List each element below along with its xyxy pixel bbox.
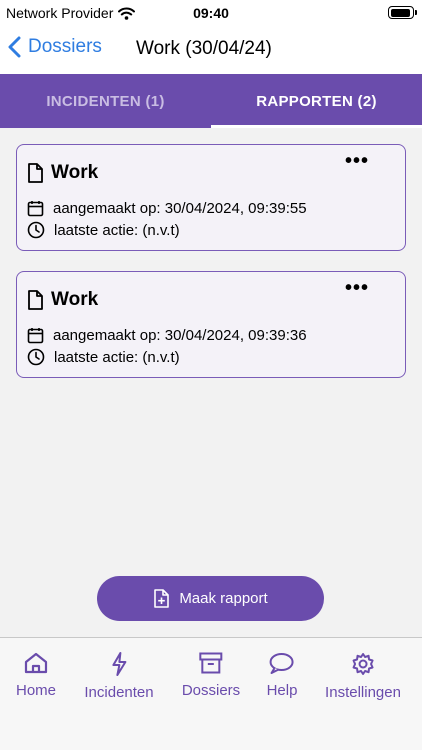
carrier-info: Network Provider [6,5,136,21]
document-icon [28,163,43,183]
last-action-row: laatste actie: (n.v.t) [27,221,180,239]
file-plus-icon [154,589,170,608]
last-action: laatste actie: (n.v.t) [54,221,180,239]
clock-icon [27,348,45,366]
card-header: Work [27,162,98,184]
created-date: aangemaakt op: 30/04/2024, 09:39:36 [53,327,307,344]
back-button[interactable]: Dossiers [8,36,102,58]
created-row: aangemaakt op: 30/04/2024, 09:39:36 [27,327,307,344]
carrier-label: Network Provider [6,5,114,21]
chevron-left-icon [8,36,21,58]
tab-incidenten[interactable]: INCIDENTEN (1) [0,74,211,128]
tab-home[interactable]: Home [16,652,56,699]
calendar-icon [27,328,44,344]
report-card[interactable]: Work ••• aangemaakt op: 30/04/2024, 09:3… [16,271,406,378]
more-options-button[interactable]: ••• [345,278,369,298]
create-report-label: Maak rapport [179,590,268,607]
gear-icon [352,653,374,675]
tab-rapporten[interactable]: RAPPORTEN (2) [211,74,422,128]
battery-icon [388,6,417,19]
more-options-button[interactable]: ••• [345,151,369,171]
lightning-icon [111,652,126,676]
tab-label: Dossiers [181,682,241,699]
tab-help[interactable]: Help [266,652,298,699]
tab-label: RAPPORTEN (2) [256,92,377,110]
tab-instellingen[interactable]: Instellingen [325,652,401,701]
home-icon [24,652,48,674]
create-report-button[interactable]: Maak rapport [97,576,324,621]
calendar-icon [27,201,44,217]
document-icon [28,290,43,310]
archive-icon [199,652,223,674]
status-bar: Network Provider 09:40 [0,0,422,26]
report-title: Work [51,289,99,310]
tab-label: Incidenten [84,684,154,701]
created-row: aangemaakt op: 30/04/2024, 09:39:55 [27,200,307,217]
tab-incidenten[interactable]: Incidenten [84,652,154,701]
report-title: Work [51,162,99,183]
battery-level [390,8,410,17]
tab-dossiers[interactable]: Dossiers [182,652,240,699]
bottom-tab-bar: Home Incidenten Dossiers Help Instelling… [0,637,422,750]
navigation-bar: Dossiers Work (30/04/24) [0,26,422,74]
last-action: laatste actie: (n.v.t) [54,348,180,366]
wifi-icon [118,7,136,20]
clock-icon [27,221,45,239]
tab-label: Help [266,682,298,699]
chat-bubble-icon [269,653,294,674]
tab-label: Home [15,682,57,699]
last-action-row: laatste actie: (n.v.t) [27,348,180,366]
created-date: aangemaakt op: 30/04/2024, 09:39:55 [53,200,307,217]
card-header: Work [27,289,98,311]
report-card[interactable]: Work ••• aangemaakt op: 30/04/2024, 09:3… [16,144,406,251]
page-title: Work (30/04/24) [136,38,272,59]
back-label: Dossiers [28,36,102,57]
segment-tabs: INCIDENTEN (1) RAPPORTEN (2) [0,74,422,128]
tab-label: Instellingen [325,684,401,701]
tab-label: INCIDENTEN (1) [46,92,165,110]
